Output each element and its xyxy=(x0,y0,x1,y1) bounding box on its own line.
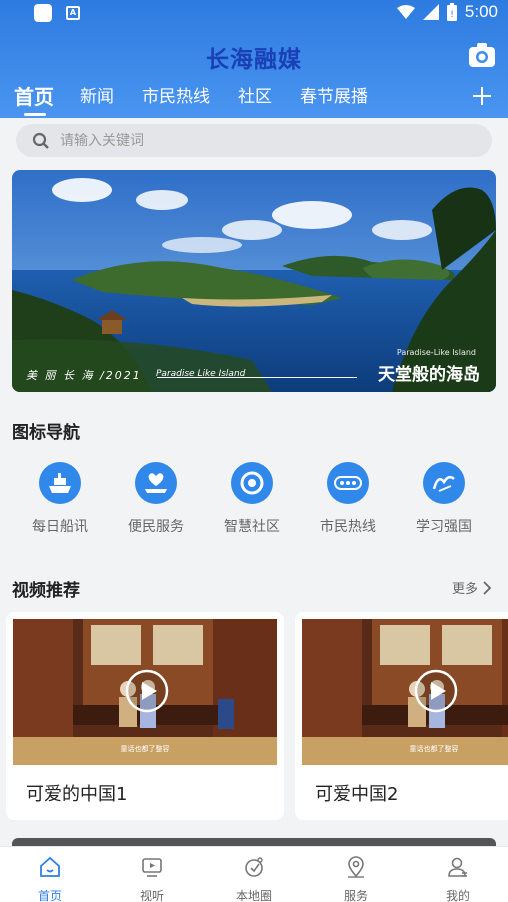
more-label: 更多 xyxy=(451,582,478,597)
banner-image xyxy=(12,170,496,392)
heart-hand-icon xyxy=(135,462,177,504)
channel-tabs: 首页 新闻 市民热线 社区 春节展播 xyxy=(0,84,508,116)
status-bar: A ! 5:00 xyxy=(0,0,508,26)
tv-icon xyxy=(142,858,162,877)
video-subtitle: 童话也都了整容 xyxy=(121,744,170,753)
bottom-nav-home[interactable]: 首页 xyxy=(10,855,90,902)
bottom-nav-service[interactable]: 服务 xyxy=(316,855,396,902)
bottom-nav-label: 我的 xyxy=(445,889,470,902)
user-icon xyxy=(448,857,467,877)
banner-caption-en: Paradise Like Island xyxy=(156,369,246,379)
wifi-icon xyxy=(396,5,415,19)
icon-nav: 每日船讯 便民服务 智慧社区 市民热线 学习强国 xyxy=(0,462,508,542)
add-tab-icon[interactable] xyxy=(472,86,492,106)
search-input[interactable] xyxy=(60,124,470,157)
nav-item-hotline[interactable]: 市民热线 xyxy=(300,462,396,536)
home-icon xyxy=(40,856,60,877)
search-icon xyxy=(32,132,49,149)
a-icon: A xyxy=(66,6,80,20)
video-thumbnail: 童话也都了整容 xyxy=(302,619,508,765)
app-icon xyxy=(34,4,52,22)
nav-label: 学习强国 xyxy=(416,519,472,535)
nav-item-service[interactable]: 便民服务 xyxy=(108,462,204,536)
bottom-nav-label: 服务 xyxy=(343,889,368,902)
nav-label: 智慧社区 xyxy=(224,519,280,535)
local-circle-icon xyxy=(245,857,263,877)
video-card[interactable]: 童话也都了整容 可爱的中国1 xyxy=(6,612,284,820)
header: A ! 5:00 长海融媒 首页 新闻 市民热线 社区 春节展播 xyxy=(0,0,508,118)
video-title: 可爱的中国1 xyxy=(26,784,128,805)
tab-hotline[interactable]: 市民热线 xyxy=(142,84,210,110)
tab-community[interactable]: 社区 xyxy=(238,84,272,110)
bottom-nav-label: 本地圈 xyxy=(235,889,272,902)
nav-item-ship[interactable]: 每日船讯 xyxy=(12,462,108,536)
banner-subtitle-en: Paradise-Like Island xyxy=(396,348,476,357)
bottom-nav-local[interactable]: 本地圈 xyxy=(214,855,294,902)
tab-news[interactable]: 新闻 xyxy=(80,84,114,110)
play-icon xyxy=(414,669,458,713)
banner-title: 天堂般的海岛 xyxy=(378,365,480,385)
signal-icon xyxy=(422,4,439,20)
chevron-right-icon xyxy=(483,580,492,595)
play-icon xyxy=(125,669,169,713)
video-subtitle: 童话也都了整容 xyxy=(410,744,459,753)
search-bar[interactable] xyxy=(16,124,492,157)
tab-indicator xyxy=(24,113,46,116)
bottom-nav-label: 首页 xyxy=(37,889,62,902)
bottom-nav-media[interactable]: 视听 xyxy=(112,855,192,902)
hotline-icon xyxy=(327,462,369,504)
nav-label: 市民热线 xyxy=(320,519,376,535)
app-title: 长海融媒 xyxy=(206,46,302,73)
battery-icon: ! xyxy=(446,3,457,21)
video-card[interactable]: 童话也都了整容 可爱中国2 xyxy=(295,612,508,820)
video-title: 可爱中国2 xyxy=(315,784,399,805)
ship-icon xyxy=(39,462,81,504)
svg-text:!: ! xyxy=(450,10,454,20)
nav-label: 每日船讯 xyxy=(32,519,88,535)
nav-item-community[interactable]: 智慧社区 xyxy=(204,462,300,536)
bottom-nav: 首页 视听 本地圈 服务 我的 xyxy=(0,846,508,902)
tab-home[interactable]: 首页 xyxy=(14,84,54,110)
more-link[interactable]: 更多 xyxy=(452,578,492,597)
bottom-nav-mine[interactable]: 我的 xyxy=(418,855,498,902)
video-section-title: 视频推荐 xyxy=(12,581,80,601)
banner-caption: 美 丽 长 海 /2021 xyxy=(26,369,142,382)
video-thumbnail: 童话也都了整容 xyxy=(13,619,277,765)
banner-carousel[interactable]: 美 丽 长 海 /2021 Paradise Like Island Parad… xyxy=(12,170,496,392)
status-time: 5:00 xyxy=(464,2,498,21)
location-pin-icon xyxy=(348,856,364,878)
nav-label: 便民服务 xyxy=(128,519,184,535)
nav-item-study[interactable]: 学习强国 xyxy=(396,462,492,536)
study-icon xyxy=(423,462,465,504)
camera-icon[interactable] xyxy=(468,42,496,68)
bottom-nav-label: 视听 xyxy=(139,889,164,902)
community-icon xyxy=(231,462,273,504)
tab-spring-festival[interactable]: 春节展播 xyxy=(300,84,368,110)
icon-nav-title: 图标导航 xyxy=(12,423,80,443)
